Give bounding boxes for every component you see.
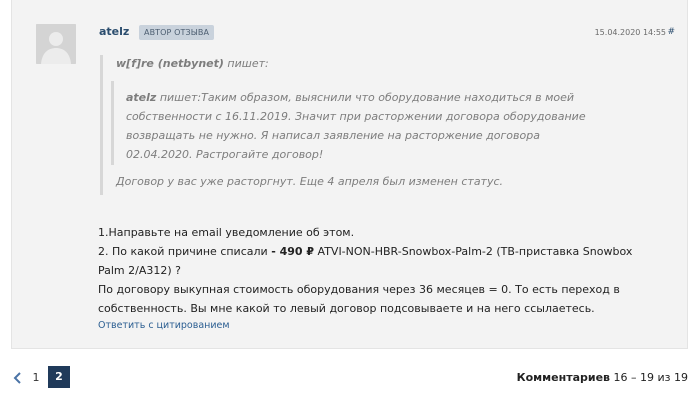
inner-quote-body: пишет:Таким образом, выяснили что оборуд… <box>126 91 586 161</box>
body-line-3: По договору выкупная стоимость оборудова… <box>98 283 620 315</box>
body-line-2-pre: 2. По какой причине списали <box>98 245 272 258</box>
permalink-hash[interactable]: # <box>667 27 675 37</box>
comment-card: atelz АВТОР ОТЗЫВА 15.04.2020 14:55 # w[… <box>11 0 688 349</box>
page-link-1[interactable]: 1 <box>30 371 42 384</box>
comment-body: 1.Направьте на email уведомление об этом… <box>98 223 638 318</box>
outer-quote: w[f]re (netbynet) пишет: atelz пишет:Так… <box>100 55 666 195</box>
author-badge: АВТОР ОТЗЫВА <box>139 25 215 40</box>
page-link-2-active[interactable]: 2 <box>48 366 70 388</box>
comments-count-label: Комментариев <box>516 371 611 384</box>
charge-amount: - 490 ₽ <box>271 245 315 258</box>
chevron-left-icon[interactable] <box>13 372 23 384</box>
outer-quote-header: w[f]re (netbynet) пишет: <box>116 57 269 70</box>
comment-date: 15.04.2020 14:55 <box>594 28 666 37</box>
inner-quote-text: atelz пишет:Таким образом, выяснили что … <box>126 88 596 164</box>
inner-quote-author: atelz <box>126 91 157 104</box>
user-silhouette-icon <box>36 24 76 64</box>
body-line-1: 1.Направьте на email уведомление об этом… <box>98 226 355 239</box>
outer-quote-author: w[f]re (netbynet) <box>116 57 224 70</box>
comments-count: Комментариев 16 – 19 из 19 <box>517 371 688 384</box>
outer-quote-verb: пишет: <box>223 57 269 70</box>
reply-with-quote-link[interactable]: Ответить с цитированием <box>98 320 230 331</box>
comment-author[interactable]: atelz <box>99 25 129 38</box>
outer-quote-reply: Договор у вас уже расторгнут. Еще 4 апре… <box>116 175 504 188</box>
avatar[interactable] <box>36 24 76 64</box>
body-line-2: 2. По какой причине списали - 490 ₽ ATVI… <box>98 242 638 280</box>
comments-count-value: 16 – 19 из 19 <box>610 371 689 384</box>
inner-quote: atelz пишет:Таким образом, выяснили что … <box>111 81 631 165</box>
